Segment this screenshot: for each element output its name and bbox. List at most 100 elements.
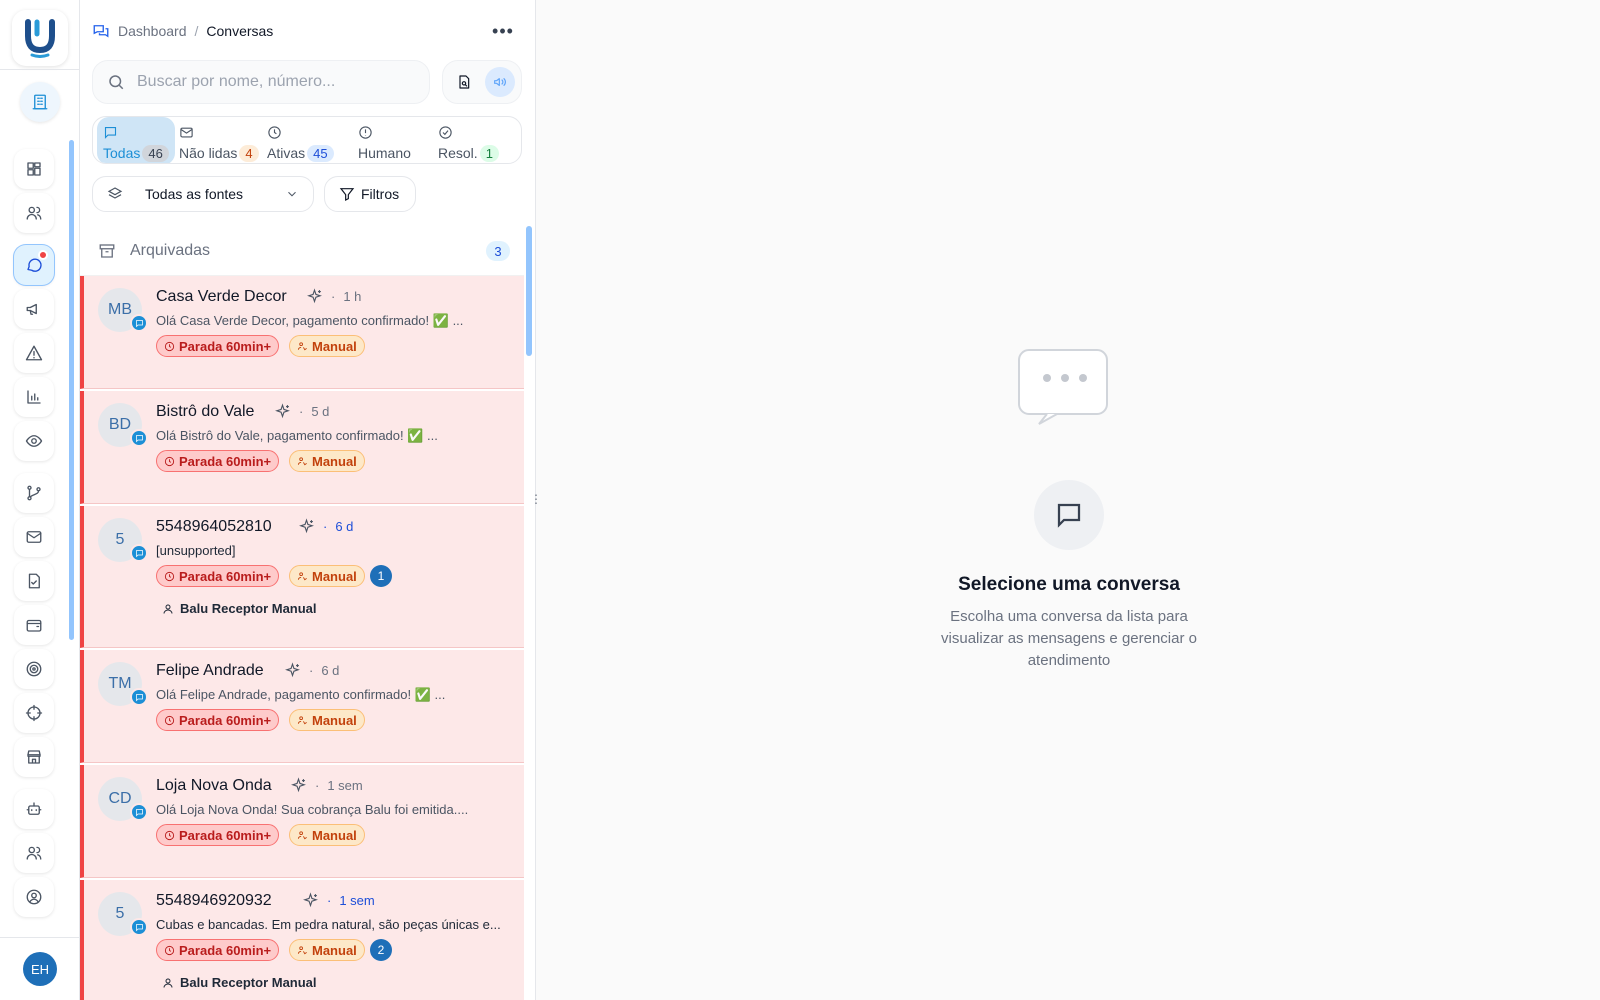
breadcrumb-current: Conversas [206,23,274,39]
breadcrumb-root[interactable]: Dashboard [118,23,187,39]
mode-tag-label: Manual [312,827,357,843]
message-preview: Olá Felipe Andrade, pagamento confirmado… [156,687,446,702]
bar-chart-icon [27,390,41,404]
nav-monitor[interactable] [14,421,54,461]
nav-campaigns[interactable] [14,289,54,329]
nav-flows[interactable] [14,473,54,513]
conversation-meta: · 6 d [298,518,353,535]
rail-divider [0,69,80,70]
last-activity-time: 5 d [311,404,330,419]
sparkles-icon [303,892,318,908]
person-icon [163,978,173,988]
search-input[interactable] [137,73,417,91]
sound-toggle[interactable] [485,67,515,97]
message-preview: Olá Casa Verde Decor, pagamento confirma… [156,313,464,328]
nav-alerts[interactable] [14,333,54,373]
unread-count-badge: 2 [370,939,392,961]
more-options-button[interactable]: ••• [491,20,515,42]
user-hand-icon [297,341,307,350]
eye-icon [25,435,43,447]
mode-tag-label: Manual [312,712,357,728]
tab-count: 1 [479,145,499,162]
conversation-row[interactable]: BD Bistrô do Vale · 5 d Olá Bistrô do Vale, … [80,391,524,504]
clock-icon [268,126,281,139]
message-preview: Cubas e bancadas. Em pedra natural, são … [156,917,501,932]
nav-tracking[interactable] [14,693,54,733]
tab-label: Humano [358,145,411,161]
tab-label: Todas [103,145,141,161]
rail-divider-bottom [0,937,80,938]
tab-count: 46 [142,145,169,162]
tab-label: Resol. [438,145,478,161]
source-select[interactable]: Todas as fontes [92,176,314,212]
nav-email[interactable] [14,517,54,557]
crosshair-icon [25,704,43,722]
nav-reports[interactable] [14,377,54,417]
nav-bots[interactable] [14,789,54,829]
channel-badge [130,803,148,821]
tab-count: 4 [239,145,259,162]
contact-name: 5548964052810 [156,518,272,535]
archived-label: Arquivadas [130,241,211,259]
conversation-row[interactable]: CD Loja Nova Onda · 1 sem Olá Loja Nova Onda… [80,765,524,878]
clock-icon [164,456,175,466]
app-logo[interactable] [12,10,68,66]
search-box[interactable] [92,60,430,104]
alert-circle-icon [359,126,372,139]
assignee-label: Balu Receptor Manual [156,975,317,990]
nav-documents[interactable] [14,561,54,601]
chat-channel-icon [135,693,143,701]
conversation-row[interactable]: MB Casa Verde Decor · 1 h Olá Casa Verde Dec… [80,276,524,389]
conversation-row[interactable]: 5 5548946920932 · 1 sem Cubas e bancadas. Em… [80,880,524,1000]
filters-button[interactable]: Filtros [324,176,416,212]
nav-profile[interactable] [14,877,54,917]
nav-team[interactable] [14,833,54,873]
source-select-value: Todas as fontes [145,186,244,202]
rail-scrollbar[interactable] [69,140,74,640]
conversation-row[interactable]: TM Felipe Andrade · 6 d Olá Felipe Andrade, … [80,650,524,763]
app-rail: EH [0,0,80,1000]
clock-icon [164,341,175,351]
tab-count: 45 [307,145,334,162]
conversation-meta: · 1 sem [302,892,375,909]
chevron-down-icon [288,191,296,197]
empty-state-title: Selecione uma conversa [958,574,1180,595]
nav-wallet[interactable] [14,605,54,645]
user-avatar[interactable]: EH [23,952,57,986]
archived-row[interactable]: Arquivadas 3 [80,226,524,276]
nav-conversations[interactable] [14,245,54,285]
tab-todas[interactable]: Todas 46 [97,117,175,163]
tab-ativas[interactable]: Ativas 45 [261,117,347,163]
status-tag-label: Parada 60min+ [179,453,272,469]
list-scrollbar[interactable] [526,226,532,356]
tab-humano[interactable]: Humano [352,117,428,163]
last-activity-time: 6 d [335,519,354,534]
filters-label: Filtros [361,186,400,202]
megaphone-icon [26,303,37,315]
last-activity-time: 1 sem [339,893,375,908]
conversation-row[interactable]: 5 5548964052810 · 6 d [unsupported] Parada 60… [80,506,524,648]
nav-contacts[interactable] [14,193,54,233]
tab-nao-lidas[interactable]: Não lidas 4 [173,117,261,163]
assignee-name: Balu Receptor Manual [180,975,317,990]
workspace-button[interactable] [20,82,60,122]
contact-name: Loja Nova Onda [156,777,272,794]
channel-badge [130,918,148,936]
tab-resolvidas[interactable]: Resol. 1 [432,117,518,163]
contact-name: 5548946920932 [156,892,272,909]
users-icon [26,206,42,220]
status-tabs: Todas 46 Não lidas 4 Ativas 45 Humano Resol… [92,116,522,164]
check-circle-icon [439,126,452,139]
nav-goals[interactable] [14,649,54,689]
building-icon [32,94,48,110]
template-button[interactable] [451,69,477,95]
nav-dashboard[interactable] [14,149,54,189]
chat-channel-icon [135,923,143,931]
user-circle-icon [26,889,42,905]
unread-count-badge: 1 [370,565,392,587]
layers-icon [107,187,123,199]
channel-badge [130,544,148,562]
message-preview: Olá Loja Nova Onda! Sua cobrança Balu fo… [156,802,469,817]
nav-store[interactable] [14,737,54,777]
conversation-meta: · 5 d [274,403,329,420]
